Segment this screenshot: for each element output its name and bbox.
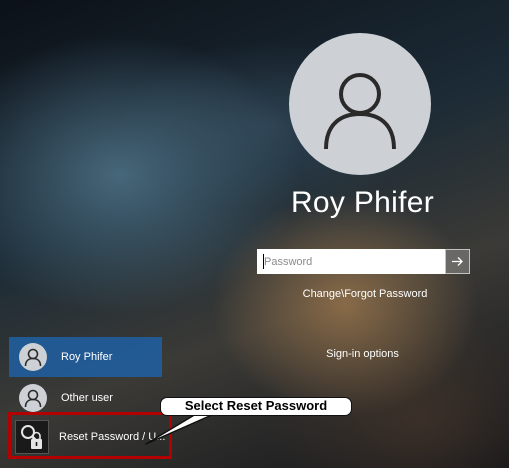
- user-tile-roy-phifer[interactable]: Roy Phifer: [9, 337, 162, 377]
- user-tile-reset-password[interactable]: Reset Password / U...: [9, 416, 173, 458]
- user-avatar-icon: [19, 343, 47, 371]
- user-tile-label: Other user: [61, 392, 113, 404]
- callout-label: Select Reset Password: [160, 397, 352, 416]
- user-name-heading: Roy Phifer: [290, 186, 435, 219]
- user-silhouette-icon: [324, 73, 396, 150]
- password-input[interactable]: [257, 249, 445, 274]
- submit-arrow-button[interactable]: [445, 249, 470, 274]
- user-tile-other-user[interactable]: Other user: [9, 378, 162, 418]
- key-lock-icon: [15, 420, 49, 454]
- user-tile-label: Roy Phifer: [61, 351, 113, 363]
- change-password-link[interactable]: Change\Forgot Password: [270, 288, 460, 300]
- password-box: [257, 249, 470, 274]
- text-cursor: [263, 254, 264, 269]
- arrow-right-icon: [452, 257, 463, 266]
- user-tile-label: Reset Password / U...: [59, 431, 166, 443]
- signin-options-link[interactable]: Sign-in options: [300, 348, 425, 360]
- user-avatar-icon: [19, 384, 47, 412]
- lock-screen: Roy Phifer Change\Forgot Password Sign-i…: [0, 0, 509, 468]
- user-avatar-large: [289, 33, 431, 175]
